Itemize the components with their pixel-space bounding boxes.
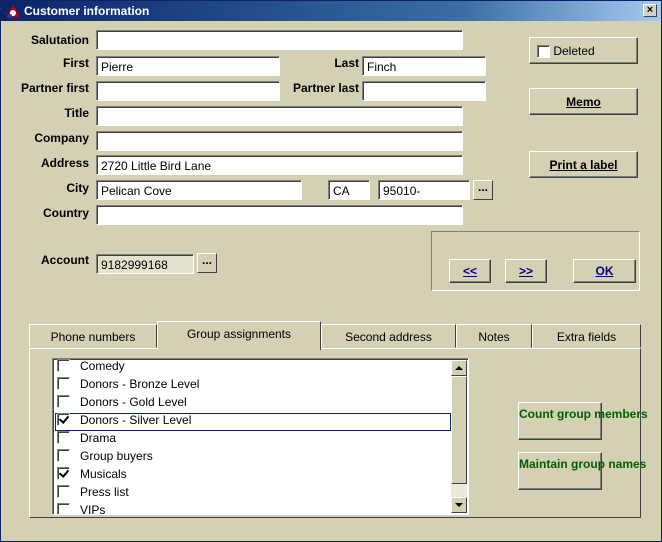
list-item[interactable]: Comedy — [55, 359, 451, 377]
group-list-scrollbar[interactable] — [451, 360, 467, 513]
country-field[interactable] — [96, 205, 463, 225]
group-list[interactable]: Comedy Donors - Bronze Level Donors - Go… — [52, 358, 469, 515]
first-label: First — [62, 56, 89, 70]
print-label-button[interactable]: Print a label — [529, 151, 638, 178]
group-label: Drama — [80, 431, 117, 445]
group-label: Press list — [80, 485, 129, 499]
title-field[interactable] — [96, 106, 463, 126]
ok-button[interactable]: OK — [573, 259, 636, 283]
group-checkbox[interactable] — [57, 485, 70, 499]
last-name-field[interactable]: Finch — [362, 56, 486, 76]
window-title: Customer information — [24, 4, 150, 18]
zip-field[interactable]: 95010- — [378, 180, 470, 200]
address-label: Address — [40, 156, 89, 170]
list-item[interactable]: Donors - Silver Level — [55, 413, 451, 431]
tab-group-assignments[interactable]: Group assignments — [157, 321, 321, 350]
previous-record-button[interactable]: << — [449, 259, 491, 283]
state-field[interactable]: CA — [328, 180, 370, 200]
group-checkbox[interactable] — [57, 377, 70, 391]
next-record-button[interactable]: >> — [505, 259, 547, 283]
city-label: City — [66, 181, 89, 195]
country-label: Country — [43, 206, 89, 220]
group-label: Group buyers — [80, 449, 153, 463]
group-label: Musicals — [80, 467, 127, 481]
account-field: 9182999168 — [96, 254, 194, 274]
close-icon[interactable]: × — [643, 4, 657, 17]
tab-second-address[interactable]: Second address — [321, 324, 456, 348]
group-label: Comedy — [80, 359, 125, 373]
tab-phone-numbers[interactable]: Phone numbers — [29, 324, 157, 348]
group-checkbox[interactable] — [57, 413, 70, 427]
list-item[interactable]: Musicals — [55, 467, 451, 485]
memo-button[interactable]: Memo — [529, 88, 638, 115]
zip-lookup-button[interactable]: ... — [473, 180, 493, 200]
group-label: Donors - Gold Level — [80, 395, 187, 409]
tab-notes[interactable]: Notes — [456, 324, 532, 348]
customer-info-window: Customer information × Salutation First … — [0, 0, 662, 542]
list-item[interactable]: VIPs — [55, 503, 451, 515]
title-label: Title — [64, 106, 89, 120]
partner-last-label: Partner last — [292, 81, 359, 95]
partner-last-field[interactable] — [362, 81, 486, 101]
group-label: Donors - Bronze Level — [80, 377, 200, 391]
company-label: Company — [34, 131, 89, 145]
address-field[interactable]: 2720 Little Bird Lane — [96, 155, 463, 175]
account-label: Account — [41, 253, 89, 267]
group-label: VIPs — [80, 503, 106, 515]
scroll-up-button[interactable] — [451, 360, 467, 376]
scroll-thumb[interactable] — [451, 376, 467, 484]
first-name-field[interactable]: Pierre — [96, 56, 280, 76]
account-lookup-button[interactable]: ... — [197, 253, 217, 273]
scroll-up-icon — [455, 366, 463, 370]
city-field[interactable]: Pelican Cove — [96, 180, 302, 200]
deleted-checkbox-box[interactable] — [537, 45, 550, 59]
count-group-members-button[interactable]: Count group members — [518, 402, 648, 440]
group-checkbox[interactable] — [57, 449, 70, 463]
maintain-group-names-button[interactable]: Maintain group names — [518, 452, 646, 490]
list-item[interactable]: Donors - Gold Level — [55, 395, 451, 413]
title-bar[interactable]: Customer information × — [1, 1, 661, 21]
list-item[interactable]: Press list — [55, 485, 451, 503]
navigation-group: << >> OK — [431, 231, 640, 291]
list-item[interactable]: Group buyers — [55, 449, 451, 467]
salutation-field[interactable] — [96, 30, 463, 50]
last-label: Last — [334, 56, 359, 70]
group-checkbox[interactable] — [57, 503, 70, 514]
group-checkbox[interactable] — [57, 359, 70, 373]
partner-first-label: Partner first — [20, 81, 89, 95]
list-item[interactable]: Donors - Bronze Level — [55, 377, 451, 395]
app-icon — [6, 5, 20, 18]
group-checkbox[interactable] — [57, 395, 70, 409]
scroll-down-icon — [455, 503, 463, 507]
salutation-label: Salutation — [30, 33, 89, 47]
group-checkbox[interactable] — [57, 467, 70, 481]
group-checkbox[interactable] — [57, 431, 70, 445]
scroll-down-button[interactable] — [451, 497, 467, 513]
partner-first-field[interactable] — [96, 81, 280, 101]
deleted-checkbox[interactable]: Deleted — [529, 37, 638, 64]
tab-extra-fields[interactable]: Extra fields — [532, 324, 641, 348]
deleted-label: Deleted — [553, 44, 595, 58]
list-item[interactable]: Drama — [55, 431, 451, 449]
company-field[interactable] — [96, 131, 463, 151]
group-label: Donors - Silver Level — [80, 413, 192, 427]
